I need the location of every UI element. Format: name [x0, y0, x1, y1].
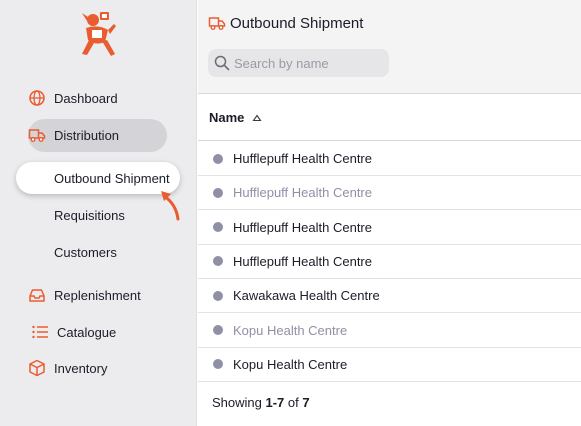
- sidebar-item-catalogue[interactable]: Catalogue: [31, 320, 116, 344]
- inbox-icon: [28, 286, 46, 304]
- list-icon: [31, 323, 49, 341]
- sidebar-item-label: Dashboard: [54, 90, 118, 106]
- status-dot: [213, 153, 223, 164]
- row-name: Hufflepuff Health Centre: [233, 185, 372, 201]
- pagination-total: 7: [302, 395, 310, 410]
- sidebar-item-label: Distribution: [54, 127, 120, 143]
- truck-icon: [28, 126, 46, 144]
- pointer-arrow-icon: [161, 191, 180, 221]
- pagination-summary: Showing 1-7 of 7: [212, 395, 310, 410]
- row-name: Kawakawa Health Centre: [233, 288, 380, 304]
- row-name: Hufflepuff Health Centre: [233, 219, 372, 235]
- status-dot: [213, 187, 223, 198]
- status-dot: [213, 290, 223, 301]
- pagination-range: 1-7: [265, 395, 285, 410]
- status-dot: [213, 256, 223, 267]
- page-header: Outbound Shipment: [198, 0, 581, 94]
- column-header-name[interactable]: Name: [198, 95, 581, 141]
- table-row[interactable]: Hufflepuff Health Centre: [198, 176, 581, 211]
- status-dot: [213, 359, 223, 370]
- sidebar-item-dashboard[interactable]: Dashboard: [28, 86, 118, 110]
- status-dot: [213, 325, 223, 335]
- sidebar-item-label: Inventory: [54, 360, 108, 376]
- sidebar-subitem-customers[interactable]: Customers: [54, 245, 117, 260]
- mascot-logo[interactable]: [78, 10, 118, 60]
- table-row[interactable]: Kopu Health Centre: [198, 348, 581, 382]
- sidebar-item-inventory[interactable]: Inventory: [28, 356, 107, 380]
- page-title: Outbound Shipment: [208, 14, 363, 32]
- globe-icon: [28, 89, 46, 107]
- sidebar-item-distribution[interactable]: Distribution: [28, 123, 119, 147]
- box-icon: [28, 359, 46, 377]
- main-content: Outbound Shipment Name Hufflepuff Health…: [198, 0, 581, 426]
- row-name: Kopu Health Centre: [233, 322, 348, 338]
- table-row[interactable]: Hufflepuff Health Centre: [198, 245, 581, 279]
- truck-icon: [208, 14, 226, 32]
- pagination-middle: of: [284, 395, 303, 410]
- page-title-text: Outbound Shipment: [230, 14, 364, 32]
- row-name: Hufflepuff Health Centre: [233, 151, 372, 166]
- table-row[interactable]: Kawakawa Health Centre: [198, 279, 581, 314]
- table-row[interactable]: Hufflepuff Health Centre: [198, 211, 581, 245]
- search-box[interactable]: [208, 49, 389, 77]
- sidebar-subitem-requisitions[interactable]: Requisitions: [54, 208, 125, 223]
- sort-ascending-icon[interactable]: [252, 113, 262, 123]
- sidebar-item-label: Replenishment: [54, 287, 141, 303]
- row-name: Kopu Health Centre: [233, 356, 348, 372]
- sidebar-item-replenishment[interactable]: Replenishment: [28, 283, 141, 307]
- sidebar-subitem-label: Outbound Shipment: [54, 171, 170, 186]
- table-row[interactable]: Kopu Health Centre: [198, 314, 581, 348]
- sidebar: Dashboard Distribution Outbound Shipment…: [0, 0, 197, 426]
- sidebar-item-label: Catalogue: [57, 324, 117, 340]
- column-header-label: Name: [209, 110, 245, 125]
- pagination-prefix: Showing: [212, 395, 266, 410]
- status-dot: [213, 222, 223, 233]
- row-name: Hufflepuff Health Centre: [233, 253, 372, 269]
- table-row[interactable]: Hufflepuff Health Centre: [198, 142, 581, 176]
- search-icon: [214, 55, 230, 71]
- search-input[interactable]: [234, 55, 384, 71]
